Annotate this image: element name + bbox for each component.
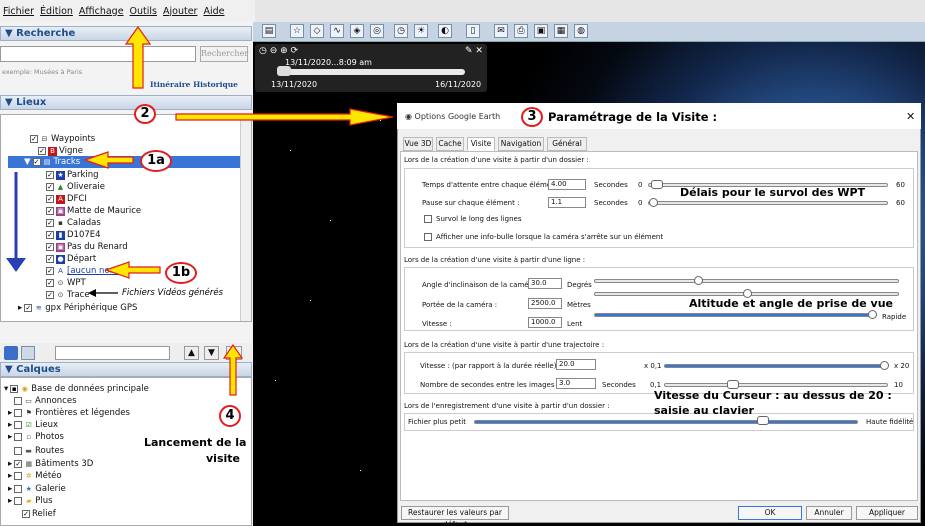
annotation-title: Paramétrage de la Visite : — [548, 110, 718, 124]
annotation-cursor-1: Vitesse du Curseur : au dessus de 20 : — [654, 389, 892, 402]
annotation-videos: Fichiers Vidéos générés — [122, 288, 224, 298]
annotation-arrows — [6, 25, 394, 396]
arrow-right-dialog — [175, 108, 394, 126]
step-4-marker: 4 — [219, 405, 241, 427]
annotation-altitude: Altitude et angle de prise de vue — [689, 297, 893, 310]
step-1a-marker: 1a — [140, 150, 172, 172]
arrow-1b — [104, 261, 161, 279]
step-2-marker: 2 — [134, 104, 156, 124]
annotation-launch-2: visite — [206, 452, 240, 465]
blue-arrowhead — [6, 258, 26, 272]
step-3-marker: 3 — [521, 107, 543, 127]
arrow-1a — [83, 151, 134, 169]
arrow-up-play — [222, 343, 244, 396]
annotation-cursor-2: saisie au clavier — [654, 404, 754, 417]
black-arrowhead — [88, 289, 96, 297]
arrow-up-outils — [124, 25, 152, 89]
annotation-launch-1: Lancement de la — [144, 436, 247, 449]
annotation-wpt: Délais pour le survol des WPT — [680, 186, 866, 199]
step-1b-marker: 1b — [165, 262, 197, 284]
